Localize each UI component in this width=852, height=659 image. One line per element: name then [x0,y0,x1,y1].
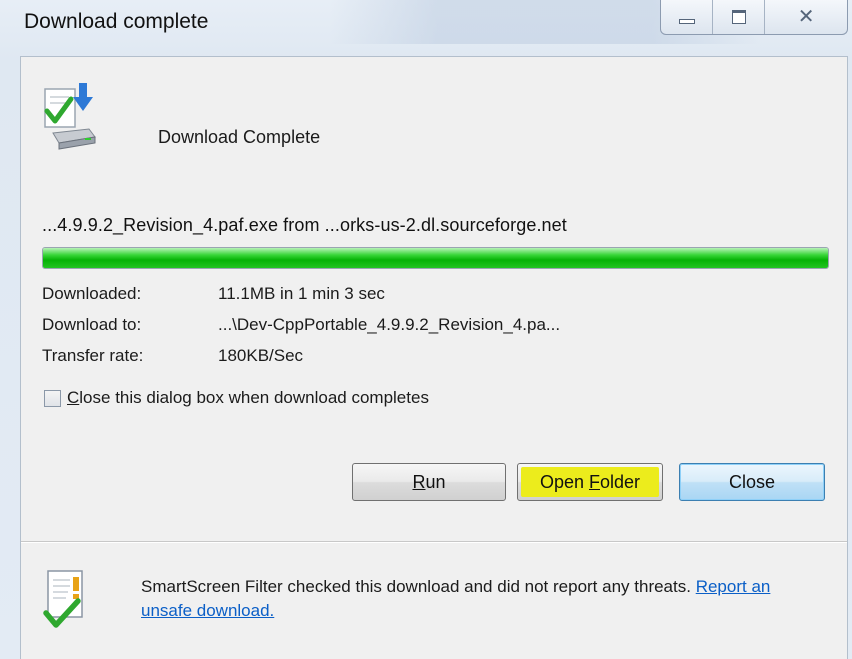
checkbox-label-text: lose this dialog box when download compl… [79,388,429,407]
close-when-complete-checkbox[interactable] [44,389,61,407]
detail-label: Transfer rate: [42,346,144,365]
detail-value: 180KB/Sec [218,346,304,365]
close-icon: ✕ [797,6,815,28]
detail-row-transfer-rate: Transfer rate: 180KB/Sec [42,346,303,366]
progress-bar [42,247,829,269]
smartscreen-icon [43,570,83,628]
download-complete-icon [44,83,96,150]
detail-label: Downloaded: [42,284,142,303]
detail-label: Download to: [42,315,142,334]
download-dialog: Download complete ✕ Download Complete ..… [0,0,852,659]
run-label: un [425,471,446,492]
detail-value: ...\Dev-CppPortable_4.9.9.2_Revision_4.p… [218,315,561,334]
run-mnemonic: R [412,471,426,492]
window-title: Download complete [24,10,209,33]
open-folder-mnemonic: F [589,471,600,492]
open-folder-prefix: Open [539,471,589,492]
detail-value: 11.1MB in 1 min 3 sec [218,284,385,303]
download-filename: ...4.9.9.2_Revision_4.paf.exe from ...or… [42,215,567,235]
maximize-icon [731,10,746,24]
minimize-button[interactable] [661,0,714,34]
header-text: Download Complete [158,127,321,147]
run-button[interactable]: Run [352,463,506,501]
progress-fill [43,248,828,268]
open-folder-rest: older [600,471,641,492]
smartscreen-text: SmartScreen Filter checked this download… [141,577,691,596]
checkbox-mnemonic: C [67,388,80,407]
checkbox-label[interactable]: Close this dialog box when download comp… [67,388,429,408]
maximize-button[interactable] [713,0,766,34]
close-label: Close [728,471,776,492]
separator-highlight [21,542,847,543]
close-button[interactable]: Close [679,463,825,501]
close-window-button[interactable]: ✕ [765,0,847,34]
detail-row-downloaded: Downloaded: 11.1MB in 1 min 3 sec [42,284,385,304]
close-when-complete-option[interactable]: Close this dialog box when download comp… [44,388,429,408]
dialog-body: Download Complete ...4.9.9.2_Revision_4.… [20,56,848,659]
open-folder-button[interactable]: Open Folder [517,463,663,501]
open-folder-label: Open Folder [540,472,640,493]
detail-row-download-to: Download to: ...\Dev-CppPortable_4.9.9.2_… [42,315,560,335]
smartscreen-message: SmartScreen Filter checked this download… [141,575,801,623]
caption-buttons: ✕ [660,0,848,35]
minimize-icon [678,18,695,24]
